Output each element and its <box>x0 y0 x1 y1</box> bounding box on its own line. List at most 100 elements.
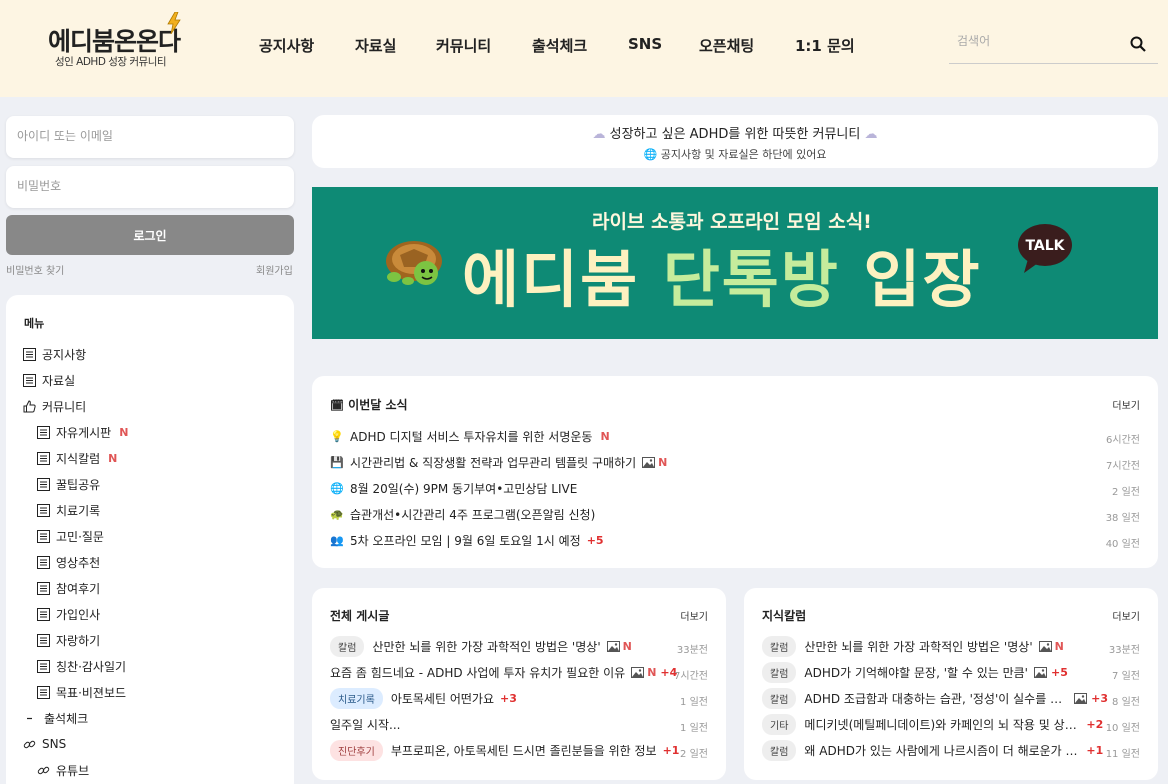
svg-text:TALK: TALK <box>1025 238 1065 254</box>
comment-count: +5 <box>586 533 604 547</box>
image-icon <box>1038 640 1052 652</box>
list-icon <box>23 347 36 361</box>
list-icon <box>37 477 50 491</box>
intro-note: 공지사항 및 자료실은 하단에 있어요 <box>660 148 827 161</box>
list-item[interactable]: 🐢 습관개선•시간관리 4주 프로그램(오픈알림 신청) <box>330 504 1030 524</box>
nav-library[interactable]: 자료실 <box>355 35 396 55</box>
sidebar-item-notice[interactable]: 공지사항 <box>23 344 86 364</box>
table-row[interactable]: 기타 메디키넷(메틸페니데이트)와 카페인의 뇌 작용 및 상호 ... +2 <box>762 713 1108 735</box>
sidebar-item-greetings[interactable]: 가입인사 <box>37 604 100 624</box>
post-time: 1 일전 <box>680 723 708 734</box>
openchat-banner[interactable]: 라이브 소통과 오프라인 모임 소식! 에디붐 단톡방 입장 TALK <box>312 187 1158 339</box>
list-icon <box>37 503 50 517</box>
all-posts-title: 전체 게시글 <box>330 609 390 623</box>
logo-subtitle: 성인 ADHD 성장 커뮤니티 <box>55 56 167 68</box>
post-time: 8 일전 <box>1112 697 1140 708</box>
nav-open-chat[interactable]: 오픈채팅 <box>699 35 754 55</box>
sidebar-item-youtube[interactable]: 유튜브 <box>37 760 89 780</box>
nav-inquiry[interactable]: 1:1 문의 <box>795 35 855 55</box>
nav-notice[interactable]: 공지사항 <box>259 35 314 55</box>
sidebar-item-reviews[interactable]: 참여후기 <box>37 578 100 598</box>
login-button[interactable]: 로그인 <box>6 215 294 255</box>
post-time: 33분전 <box>1108 645 1140 656</box>
image-icon <box>1074 692 1088 704</box>
sidebar-item-community[interactable]: 커뮤니티 <box>23 396 86 416</box>
logo-title: 에디붐온온다 <box>48 27 181 56</box>
sidebar-item-tips[interactable]: 꿀팁공유 <box>37 474 100 494</box>
site-header: 에디붐온온다 성인 ADHD 성장 커뮤니티 공지사항 자료실 커뮤니티 출석체… <box>0 0 1168 97</box>
search-icon[interactable] <box>1130 36 1146 52</box>
new-badge: N <box>108 451 118 465</box>
list-item[interactable]: 💡 ADHD 디지털 서비스 투자유치를 위한 서명운동 N <box>330 426 1030 446</box>
knowledge-more-link[interactable]: 더보기 <box>1112 608 1140 623</box>
monthly-news-title: 🗓 이번달 소식 <box>330 398 408 412</box>
knowledge-column-card: 지식칼럼 더보기 칼럼 산만한 뇌를 위한 가장 과학적인 방법은 '명상' N… <box>744 588 1158 780</box>
nav-community[interactable]: 커뮤니티 <box>436 35 491 55</box>
dash-icon <box>27 717 32 719</box>
table-row[interactable]: 칼럼 ADHD가 기억해야할 문장, '할 수 있는 만큼' +5 <box>762 661 1072 683</box>
post-time: 2 일전 <box>1112 487 1140 498</box>
list-item[interactable]: 🌐 8월 20일(수) 9PM 동기부여•고민상담 LIVE <box>330 478 1030 498</box>
sidebar-item-brag[interactable]: 자랑하기 <box>37 630 100 650</box>
id-input[interactable] <box>17 129 277 143</box>
sidebar-item-label: 출석체크 <box>44 711 89 726</box>
image-icon <box>642 456 656 468</box>
comment-count: +3 <box>1091 691 1108 705</box>
list-item[interactable]: 👥 5차 오프라인 모임 | 9월 6일 토요일 1시 예정 +5 <box>330 530 1030 550</box>
category-tag: 치료기록 <box>330 687 383 709</box>
sidebar-item-treatment-log[interactable]: 치료기록 <box>37 500 100 520</box>
nav-sns[interactable]: SNS <box>628 35 662 55</box>
search-input[interactable] <box>957 34 1117 48</box>
table-row[interactable]: 칼럼 산만한 뇌를 위한 가장 과학적인 방법은 '명상' N <box>762 635 1064 657</box>
monthly-news-card: 🗓 이번달 소식 더보기 💡 ADHD 디지털 서비스 투자유치를 위한 서명운… <box>312 376 1158 568</box>
table-row[interactable]: 칼럼 왜 ADHD가 있는 사람에게 나르시즘이 더 해로운가 (해... +1 <box>762 739 1108 761</box>
bulb-icon: 💡 <box>330 429 344 443</box>
table-row[interactable]: 진단후기 부프로피온, 아토목세틴 드시면 졸린분들을 위한 정보 +1 <box>330 739 679 761</box>
list-icon <box>37 633 50 647</box>
signup-link[interactable]: 회원가입 <box>256 262 293 277</box>
comment-count: +5 <box>1050 665 1068 679</box>
site-logo[interactable]: 에디붐온온다 성인 ADHD 성장 커뮤니티 <box>48 12 198 72</box>
sidebar-item-goals[interactable]: 목표·비젼보드 <box>37 682 126 702</box>
kakaotalk-icon: TALK <box>1018 224 1072 273</box>
table-row[interactable]: 요즘 좀 힘드네요 - ADHD 사업에 투자 유치가 필요한 이유 N +4 <box>330 662 680 682</box>
comment-count: +3 <box>500 691 517 705</box>
cloud-icon: ☁ <box>864 127 878 142</box>
category-tag: 진단후기 <box>330 739 383 761</box>
find-password-link[interactable]: 비밀번호 찾기 <box>6 262 64 277</box>
list-item[interactable]: 💾 시간관리법 & 직장생활 전략과 업무관리 템플릿 구매하기 N <box>330 452 1030 472</box>
thumbs-up-icon <box>23 399 36 412</box>
category-tag: 칼럼 <box>762 687 797 709</box>
nav-attendance[interactable]: 출석체크 <box>532 35 587 55</box>
sidebar-item-questions[interactable]: 고민·질문 <box>37 526 104 546</box>
sidebar-item-gratitude[interactable]: 칭찬·감사일기 <box>37 656 126 676</box>
table-row[interactable]: 치료기록 아토목세틴 어떤가요 +3 <box>330 687 630 709</box>
sidebar-item-videos[interactable]: 영상추천 <box>37 552 100 572</box>
password-input[interactable] <box>17 179 277 193</box>
sidebar-item-sns[interactable]: SNS <box>23 734 66 754</box>
sidebar-item-label: 목표·비젼보드 <box>56 685 127 700</box>
banner-title: 에디붐 단톡방 입장 <box>462 243 982 316</box>
post-time: 7시간전 <box>1106 461 1140 472</box>
sidebar-item-label: 유튜브 <box>56 763 90 778</box>
category-tag: 기타 <box>762 713 797 735</box>
sidebar-item-label: 자료실 <box>42 373 76 388</box>
all-posts-more-link[interactable]: 더보기 <box>680 608 708 623</box>
sidebar-item-label: 지식칼럼 <box>56 451 101 466</box>
category-tag: 칼럼 <box>330 635 365 657</box>
sidebar-item-label: 가입인사 <box>56 607 101 622</box>
post-time: 40 일전 <box>1105 539 1140 550</box>
table-row[interactable]: 칼럼 산만한 뇌를 위한 가장 과학적인 방법은 '명상' N <box>330 635 632 657</box>
knowledge-column-title: 지식칼럼 <box>762 609 807 623</box>
sidebar-item-knowledge-column[interactable]: 지식칼럼 N <box>37 448 117 468</box>
sidebar-item-free-board[interactable]: 자유게시판 N <box>37 422 128 442</box>
table-row[interactable]: 일주일 시작... <box>330 714 630 734</box>
password-field-box <box>6 166 294 208</box>
list-icon <box>37 555 50 569</box>
category-tag: 칼럼 <box>762 661 797 683</box>
monthly-more-link[interactable]: 더보기 <box>1112 397 1140 412</box>
sidebar-item-library[interactable]: 자료실 <box>23 370 75 390</box>
table-row[interactable]: 칼럼 ADHD 조급함과 대충하는 습관, '정성'이 실수를 줄... +3 <box>762 687 1108 709</box>
post-time: 6시간전 <box>1106 435 1140 446</box>
sidebar-item-attendance[interactable]: 출석체크 <box>25 708 88 728</box>
